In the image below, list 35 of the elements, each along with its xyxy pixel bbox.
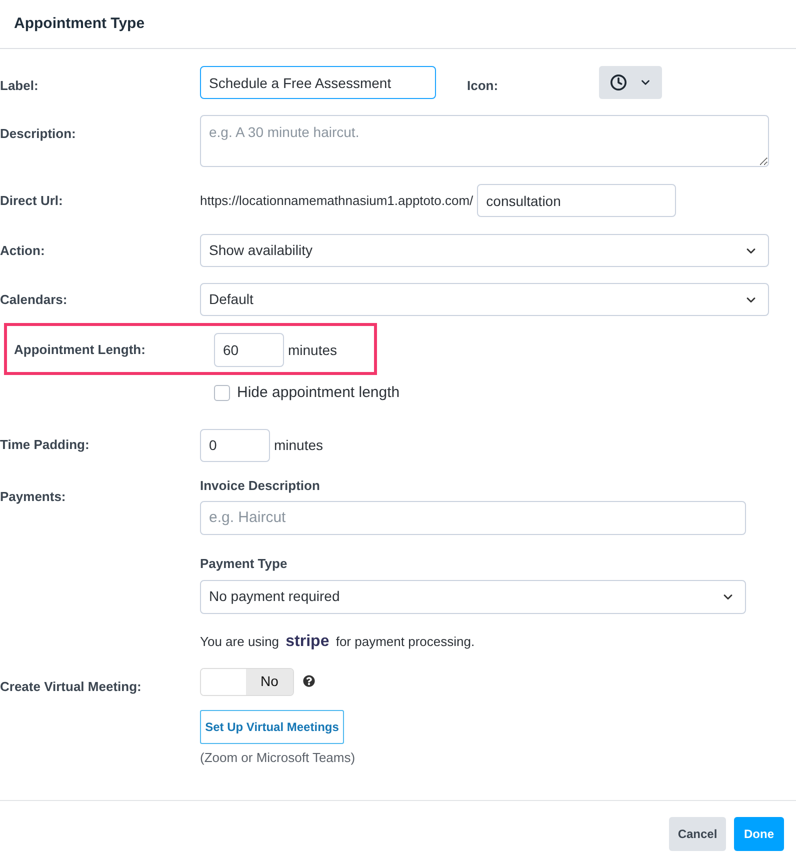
field-label: Appointment Length: xyxy=(14,342,146,357)
clock-icon xyxy=(610,74,626,91)
action-select[interactable]: Show availability xyxy=(200,234,769,267)
field-label: Invoice Description xyxy=(200,478,320,494)
label-input[interactable]: Schedule a Free Assessment xyxy=(200,66,436,99)
checkbox[interactable] xyxy=(214,385,230,402)
payment-note: You are using stripe for payment processing. xyxy=(200,632,475,650)
checkbox-label: Hide appointment length xyxy=(237,383,400,403)
help-text: (Zoom or Microsoft Teams) xyxy=(200,750,356,766)
field-label: Create Virtual Meeting: xyxy=(0,678,142,694)
field-label: Payment Type xyxy=(200,556,288,572)
field-label: Icon: xyxy=(467,78,498,93)
unit-label: minutes xyxy=(274,436,324,454)
appointment-length-input[interactable]: 60 xyxy=(214,333,284,367)
setup-virtual-meetings-button[interactable]: Set Up Virtual Meetings xyxy=(200,710,344,744)
payment-type-select[interactable]: No payment required xyxy=(200,580,746,614)
calendars-select[interactable]: Default xyxy=(200,283,769,316)
invoice-description-input[interactable]: e.g. Haircut xyxy=(200,500,746,534)
cancel-button[interactable]: Cancel xyxy=(669,816,726,850)
icon-picker-button[interactable] xyxy=(599,66,662,99)
field-label: Time Padding: xyxy=(0,437,90,452)
field-label: Payments: xyxy=(0,488,66,504)
description-field[interactable]: e.g. A 30 minute haircut. xyxy=(200,115,769,167)
field-label: Label: xyxy=(0,78,38,93)
unit-label: minutes xyxy=(288,340,338,360)
help-icon[interactable] xyxy=(303,674,315,686)
url-slug-input[interactable]: consultation xyxy=(477,184,676,217)
time-padding-input[interactable]: 0 xyxy=(200,428,270,462)
field-label: Calendars: xyxy=(0,292,68,306)
dialog-title: Appointment Type xyxy=(14,14,145,34)
field-label: Action: xyxy=(0,242,45,258)
field-label: Description: xyxy=(0,126,76,141)
virtual-meeting-toggle[interactable]: No xyxy=(200,668,294,696)
url-prefix: https://locationnamemathnasium1.apptoto.com/ xyxy=(200,192,474,210)
field-label: Direct Url: xyxy=(0,192,63,208)
